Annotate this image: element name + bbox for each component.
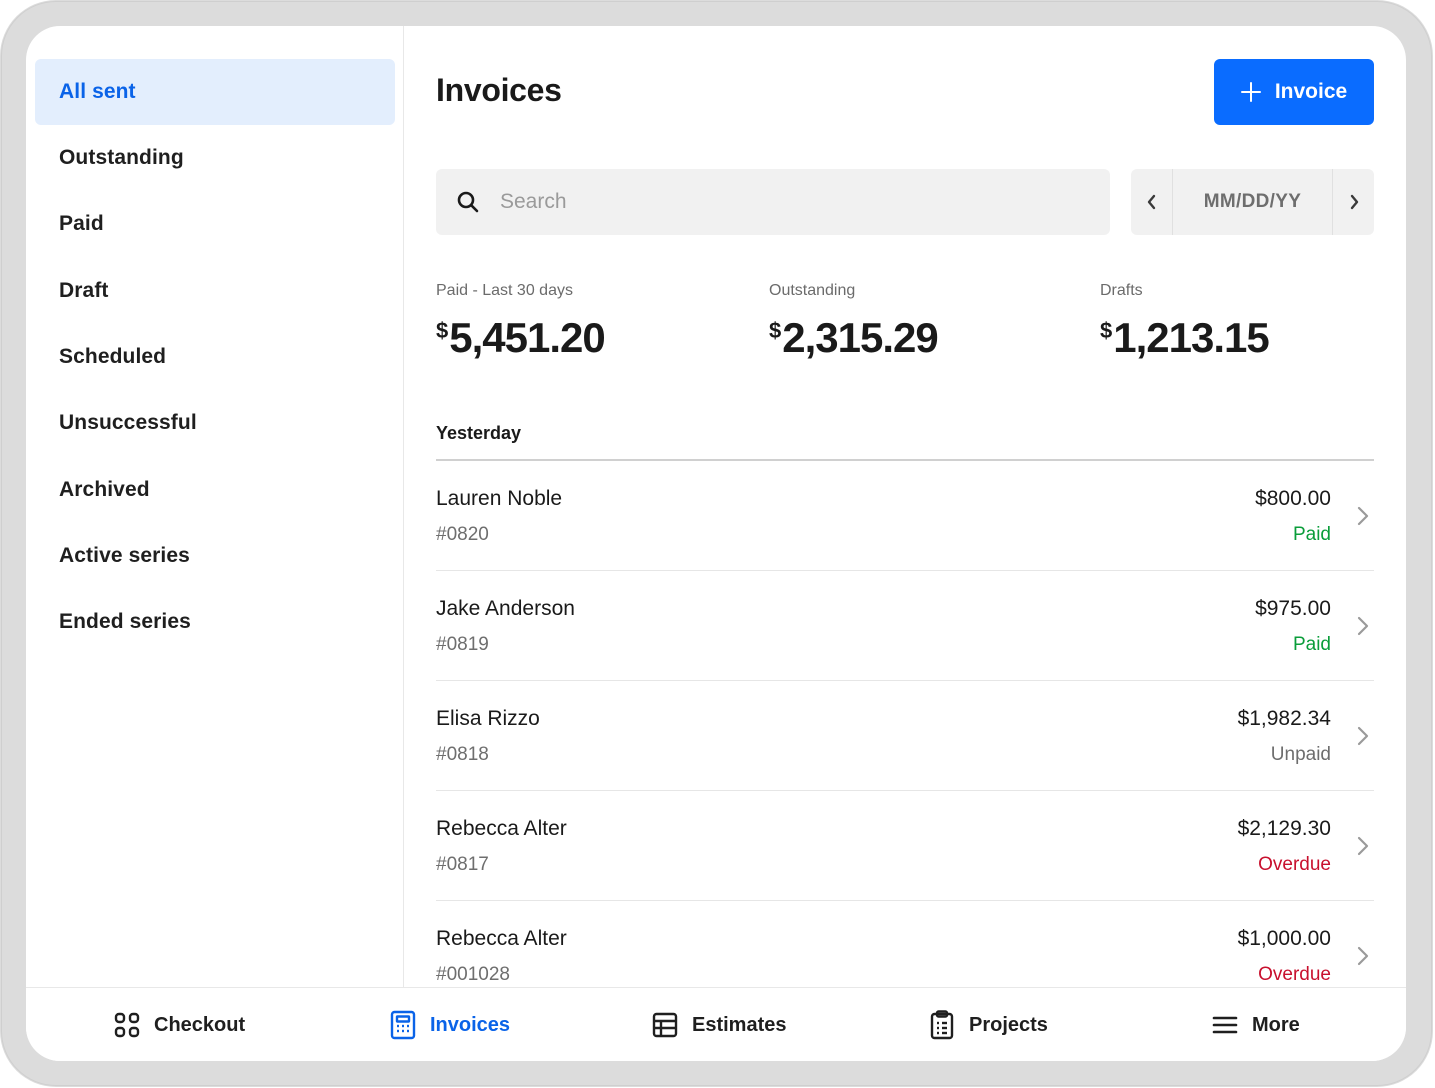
chevron-left-icon [1147,194,1155,210]
nav-item-projects[interactable]: Projects [929,988,1048,1061]
invoice-amount: $1,982.34 [1237,707,1331,730]
stat-label: Drafts [1100,282,1143,299]
nav-item-checkout[interactable]: Checkout [114,988,245,1061]
stat-label: Paid - Last 30 days [436,282,573,299]
stat-outstanding: Outstanding $ 2,315.29 [769,282,939,362]
invoice-status: Overdue [1258,964,1331,985]
stat-amount: 1,213.15 [1113,314,1269,361]
chevron-right-icon [1350,194,1358,210]
sidebar-item-label: Paid [59,212,104,235]
nav-label: Estimates [692,1013,787,1036]
invoice-icon [390,1010,416,1040]
chevron-right-icon [1357,506,1369,526]
invoice-number: #0817 [436,854,489,875]
stat-value: $ 5,451.20 [436,314,606,362]
invoice-status: Paid [1292,524,1331,545]
chevron-right-icon [1357,616,1369,636]
menu-icon [1212,1016,1238,1034]
invoice-number: #0820 [436,524,489,545]
device-frame: All sent Outstanding Paid Draft Schedule… [0,0,1433,1087]
date-filter: MM/DD/YY [1131,169,1374,235]
invoice-amount: $800.00 [1255,487,1331,510]
sidebar-item-label: Scheduled [59,345,167,368]
customer-name: Rebecca Alter [436,927,567,950]
invoice-row[interactable]: Elisa Rizzo #0818 $1,982.34 Unpaid [436,681,1374,791]
invoice-row[interactable]: Lauren Noble #0820 $800.00 Paid [436,461,1374,571]
clipboard-icon [930,1010,954,1040]
invoice-list: Lauren Noble #0820 $800.00 Paid Jake And… [436,461,1374,1011]
grid-icon [114,1012,140,1038]
sidebar-item-archived[interactable]: Archived [35,457,395,523]
stat-currency: $ [1100,318,1113,343]
new-invoice-button[interactable]: Invoice [1214,59,1374,125]
invoice-status: Unpaid [1270,744,1331,765]
nav-item-invoices[interactable]: Invoices [390,988,510,1061]
sidebar-item-label: Unsuccessful [59,411,197,434]
sidebar-item-label: Outstanding [59,146,184,169]
customer-name: Jake Anderson [436,597,575,620]
table-icon [652,1012,678,1038]
sidebar-item-ended-series[interactable]: Ended series [35,589,395,655]
new-invoice-label: Invoice [1274,80,1348,103]
sidebar-item-all-sent[interactable]: All sent [35,59,395,125]
invoice-status: Overdue [1258,854,1331,875]
sidebar: All sent Outstanding Paid Draft Schedule… [26,26,404,987]
invoice-row[interactable]: Rebecca Alter #0817 $2,129.30 Overdue [436,791,1374,901]
sidebar-item-draft[interactable]: Draft [35,258,395,324]
date-label[interactable]: MM/DD/YY [1173,169,1332,235]
nav-label: More [1252,1013,1300,1036]
invoice-number: #001028 [436,964,510,985]
stat-label: Outstanding [769,282,856,299]
sidebar-item-scheduled[interactable]: Scheduled [35,324,395,390]
invoice-number: #0818 [436,744,489,765]
search-icon [457,191,479,213]
date-prev-button[interactable] [1131,169,1173,235]
sidebar-item-label: All sent [59,80,136,103]
bottom-nav: Checkout Invoices Estimates Projects Mor… [26,987,1406,1061]
plus-icon [1240,82,1261,102]
stat-drafts: Drafts $ 1,213.15 [1100,282,1270,362]
search-box [436,169,1110,235]
page-title: Invoices [436,72,562,108]
stat-currency: $ [769,318,782,343]
invoice-status: Paid [1292,634,1331,655]
nav-item-estimates[interactable]: Estimates [652,988,787,1061]
invoice-number: #0819 [436,634,489,655]
invoice-amount: $1,000.00 [1237,927,1331,950]
nav-item-more[interactable]: More [1212,988,1300,1061]
stat-amount: 5,451.20 [449,314,605,361]
main-content: Invoices Invoice MM/DD/YY [404,26,1406,987]
nav-label: Checkout [154,1013,246,1036]
sidebar-item-label: Ended series [59,610,191,633]
invoice-amount: $975.00 [1255,597,1331,620]
stat-value: $ 2,315.29 [769,314,939,362]
nav-label: Invoices [430,1013,511,1036]
customer-name: Elisa Rizzo [436,707,540,730]
stat-amount: 2,315.29 [782,314,938,361]
date-next-button[interactable] [1332,169,1374,235]
sidebar-item-active-series[interactable]: Active series [35,523,395,589]
invoice-row[interactable]: Jake Anderson #0819 $975.00 Paid [436,571,1374,681]
sidebar-item-label: Active series [59,544,190,567]
nav-label: Projects [969,1013,1048,1036]
sidebar-item-paid[interactable]: Paid [35,191,395,257]
customer-name: Rebecca Alter [436,817,567,840]
stat-paid-last-30: Paid - Last 30 days $ 5,451.20 [436,282,606,362]
sidebar-item-label: Archived [59,478,150,501]
sidebar-item-unsuccessful[interactable]: Unsuccessful [35,390,395,456]
stat-value: $ 1,213.15 [1100,314,1270,362]
customer-name: Lauren Noble [436,487,563,510]
chevron-right-icon [1357,726,1369,746]
group-title: Yesterday [436,423,522,443]
sidebar-item-label: Draft [59,279,109,302]
chevron-right-icon [1357,836,1369,856]
stat-currency: $ [436,318,449,343]
sidebar-item-outstanding[interactable]: Outstanding [35,125,395,191]
chevron-right-icon [1357,946,1369,966]
app-screen: All sent Outstanding Paid Draft Schedule… [26,26,1406,1061]
search-input[interactable] [500,169,1090,235]
invoice-amount: $2,129.30 [1237,817,1331,840]
